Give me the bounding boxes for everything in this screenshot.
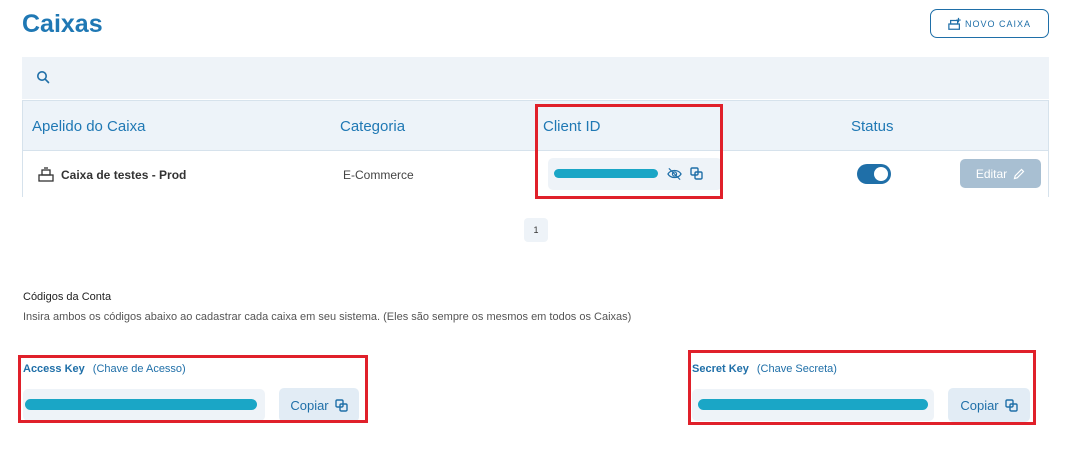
cash-register-add-icon [948, 17, 961, 30]
codes-section-title: Códigos da Conta [23, 291, 112, 303]
search-icon[interactable] [36, 70, 50, 84]
highlight-client-id [535, 104, 723, 199]
pencil-icon [1013, 168, 1025, 179]
cash-register-icon [38, 167, 54, 182]
codes-section-description: Insira ambos os códigos abaixo ao cadast… [23, 311, 632, 323]
edit-button[interactable]: Editar [960, 159, 1041, 188]
header-status: Status [851, 118, 894, 135]
new-cash-register-label: NOVO CAIXA [964, 18, 1031, 29]
status-toggle[interactable] [857, 164, 891, 184]
search-bar[interactable] [22, 57, 1049, 99]
highlight-secret-key [688, 350, 1036, 425]
page-title: Caixas [22, 10, 103, 38]
row-category: E-Commerce [343, 168, 414, 182]
edit-label: Editar [975, 166, 1008, 181]
header-name: Apelido do Caixa [32, 118, 146, 135]
new-cash-register-button[interactable]: NOVO CAIXA [930, 9, 1049, 38]
pagination-page-1[interactable]: 1 [524, 218, 548, 242]
highlight-access-key [18, 355, 368, 423]
row-name: Caixa de testes - Prod [61, 168, 187, 182]
header-category: Categoria [340, 118, 406, 135]
